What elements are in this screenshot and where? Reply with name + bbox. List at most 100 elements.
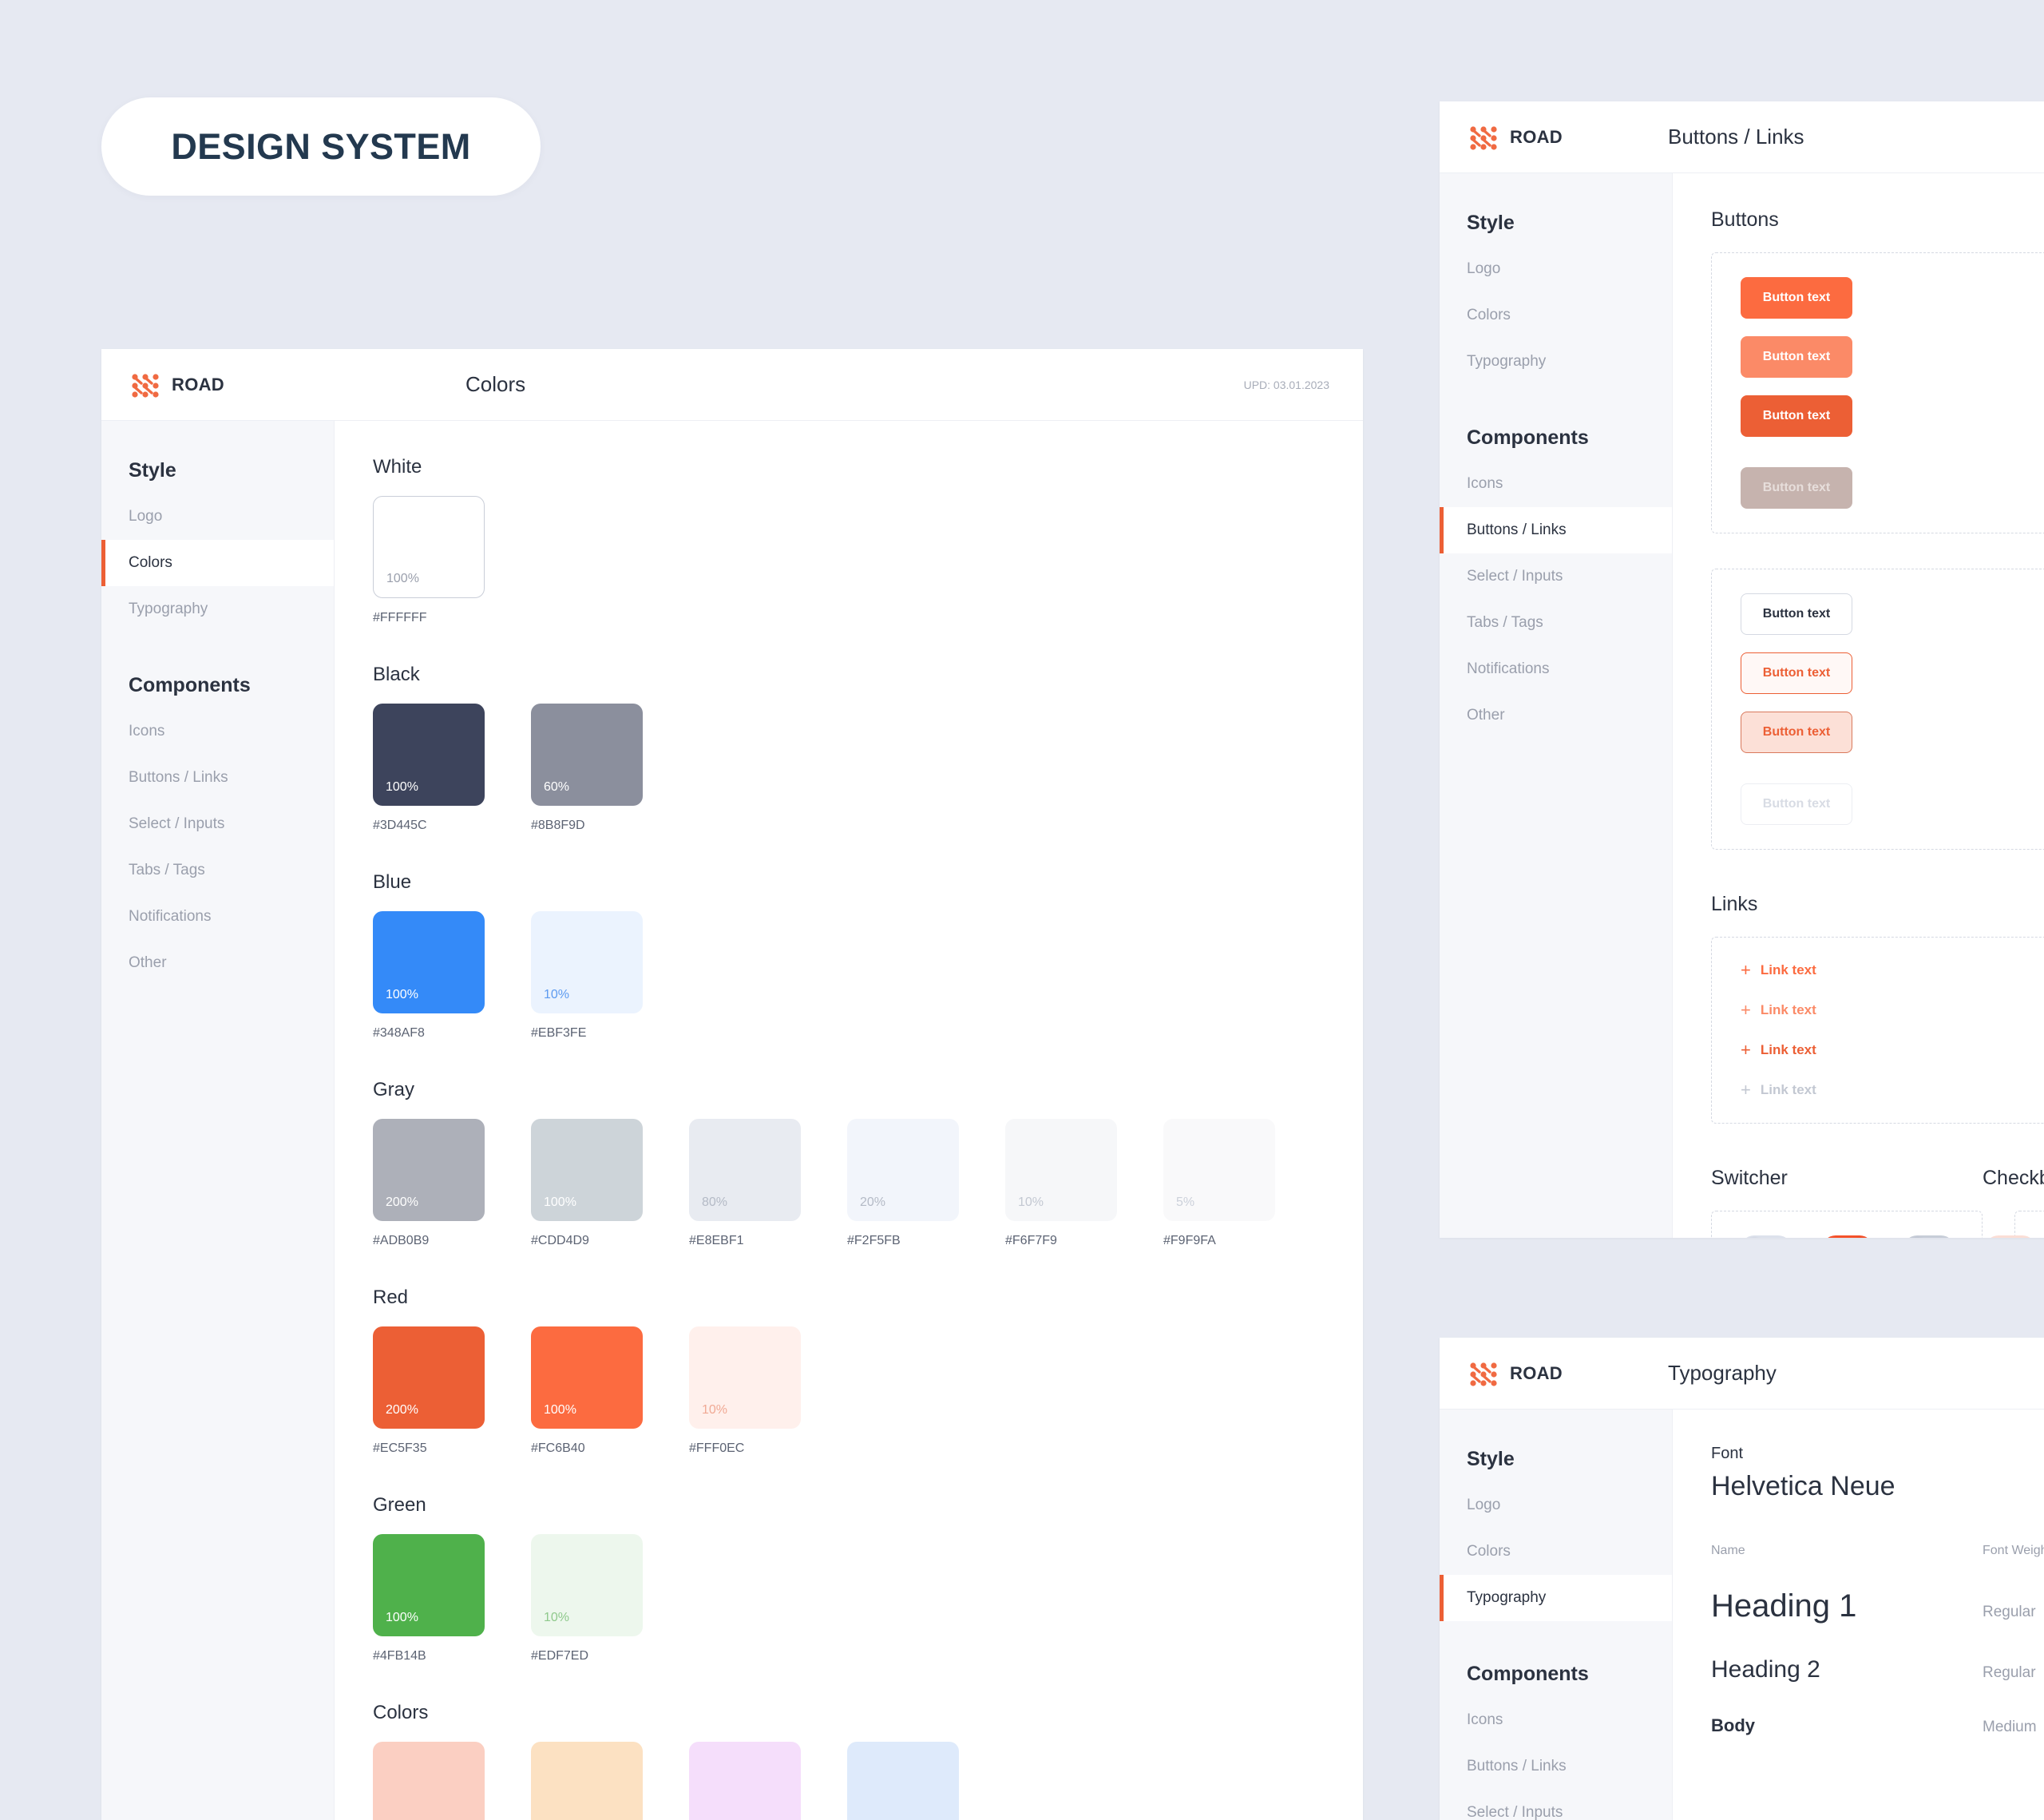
color-swatch-row: 200% #ADB0B9 100% #CDD4D9 80% #E8EBF1 20% #F2F5… bbox=[373, 1119, 1363, 1248]
sidebar-item-colors[interactable]: Colors bbox=[1440, 292, 1672, 339]
button-sample[interactable]: Button text bbox=[1741, 277, 1852, 319]
color-swatch[interactable]: 100% #348AF8 bbox=[373, 911, 485, 1041]
sidebar-item-tabs-tags[interactable]: Tabs / Tags bbox=[101, 847, 334, 894]
switcher-section-label: Switcher bbox=[1711, 1167, 1788, 1189]
sidebar-item-select-inputs[interactable]: Select / Inputs bbox=[101, 801, 334, 847]
color-swatch-percent: 200% bbox=[386, 1195, 418, 1209]
link-sample[interactable]: + Link text bbox=[1741, 1081, 2044, 1099]
color-swatch-hex: #4FB14B bbox=[373, 1649, 426, 1663]
color-swatch-hex: #F9F9FA bbox=[1163, 1234, 1216, 1247]
sidebar-item-logo[interactable]: Logo bbox=[1440, 246, 1672, 292]
color-group-label: Black bbox=[373, 664, 420, 685]
brand-logo[interactable]: ROAD bbox=[101, 371, 285, 398]
color-swatch-percent: 10% bbox=[702, 1403, 728, 1417]
buttons-page-title: Buttons / Links bbox=[1668, 125, 1804, 149]
color-swatch[interactable]: 10% #EBF3FE bbox=[531, 911, 643, 1041]
color-swatch-hex: #FFF0EC bbox=[689, 1441, 745, 1455]
color-swatch-chip: 200% bbox=[373, 1119, 485, 1221]
typography-row: Body Medium bbox=[1711, 1715, 2044, 1736]
link-sample[interactable]: + Link text bbox=[1741, 1041, 2044, 1059]
brand-name: ROAD bbox=[1510, 126, 1563, 147]
color-swatch[interactable]: 100% #CDD4D9 bbox=[531, 1119, 643, 1248]
color-swatch[interactable]: 5% #F9F9FA bbox=[1163, 1119, 1275, 1248]
sidebar-item-typography[interactable]: Typography bbox=[1440, 339, 1672, 385]
sidebar-item-notifications[interactable]: Notifications bbox=[1440, 646, 1672, 692]
sidebar-item-tabs-tags[interactable]: Tabs / Tags bbox=[1440, 600, 1672, 646]
plus-icon: + bbox=[1741, 1080, 1751, 1100]
color-swatch[interactable] bbox=[373, 1742, 485, 1820]
button-sample[interactable]: Button text bbox=[1741, 712, 1852, 753]
sidebar-item-notifications[interactable]: Notifications bbox=[101, 894, 334, 940]
sidebar-item-other[interactable]: Other bbox=[101, 940, 334, 986]
sidebar-item-typography[interactable]: Typography bbox=[101, 586, 334, 632]
color-swatch-percent: 100% bbox=[386, 780, 418, 794]
color-swatch[interactable]: 100% #4FB14B bbox=[373, 1534, 485, 1663]
color-swatch[interactable]: 100% #FFFFFF bbox=[373, 496, 485, 625]
sidebar-item-logo[interactable]: Logo bbox=[1440, 1482, 1672, 1529]
button-sample[interactable]: Button text bbox=[1741, 593, 1852, 635]
brand-logo-buttons[interactable]: ROAD bbox=[1440, 124, 1623, 151]
button-sample[interactable]: Button text bbox=[1741, 652, 1852, 694]
sidebar-item-icons[interactable]: Icons bbox=[1440, 461, 1672, 507]
sidebar-item-icons[interactable]: Icons bbox=[1440, 1697, 1672, 1743]
color-swatch-hex: #F6F7F9 bbox=[1005, 1234, 1057, 1247]
road-dots-logo-icon bbox=[1468, 124, 1499, 151]
color-group-label: Red bbox=[373, 1287, 409, 1308]
color-swatch[interactable]: 200% #ADB0B9 bbox=[373, 1119, 485, 1248]
color-swatch[interactable]: 100% #3D445C bbox=[373, 704, 485, 833]
sidebar-item-buttons-links[interactable]: Buttons / Links bbox=[101, 755, 334, 801]
color-group-label: White bbox=[373, 456, 422, 478]
colors-panel-header: ROAD Colors UPD: 03.01.2023 bbox=[101, 349, 1363, 421]
sidebar-item-colors[interactable]: Colors bbox=[1440, 1529, 1672, 1575]
toggle-switch[interactable] bbox=[1741, 1235, 1792, 1238]
color-swatch[interactable]: 100% #FC6B40 bbox=[531, 1326, 643, 1456]
typography-row: Heading 2 Regular bbox=[1711, 1656, 2044, 1683]
typography-panel-header: ROAD Typography bbox=[1440, 1338, 2044, 1410]
buttons-panel-header: ROAD Buttons / Links bbox=[1440, 101, 2044, 173]
brand-logo-typography[interactable]: ROAD bbox=[1440, 1360, 1623, 1387]
button-sample[interactable]: Button text bbox=[1741, 783, 1852, 825]
color-swatch-percent: 5% bbox=[1176, 1195, 1195, 1209]
plus-icon: + bbox=[1741, 960, 1751, 980]
color-swatch-percent: 80% bbox=[702, 1195, 728, 1209]
color-swatch-chip: 10% bbox=[689, 1326, 801, 1429]
color-swatch[interactable] bbox=[689, 1742, 801, 1820]
button-sample[interactable]: Button text bbox=[1741, 467, 1852, 509]
sidebar-item-select-inputs[interactable]: Select / Inputs bbox=[1440, 1790, 1672, 1820]
font-label: Font bbox=[1711, 1445, 1744, 1462]
button-sample[interactable]: Button text bbox=[1741, 395, 1852, 437]
link-label: Link text bbox=[1760, 1042, 1816, 1057]
link-sample[interactable]: + Link text bbox=[1741, 1001, 2044, 1019]
color-swatch[interactable]: 20% #F2F5FB bbox=[847, 1119, 959, 1248]
sidebar-item-logo[interactable]: Logo bbox=[101, 494, 334, 540]
color-swatch[interactable] bbox=[531, 1742, 643, 1820]
color-swatch-percent: 10% bbox=[544, 988, 570, 1001]
color-swatch-hex: #CDD4D9 bbox=[531, 1234, 589, 1247]
buttons-links-panel: ROAD Buttons / Links Style Logo Colors T… bbox=[1440, 101, 2044, 1238]
sidebar-item-icons[interactable]: Icons bbox=[101, 708, 334, 755]
sidebar-item-buttons-links[interactable]: Buttons / Links bbox=[1440, 507, 1672, 553]
color-swatch[interactable]: 10% #EDF7ED bbox=[531, 1534, 643, 1663]
color-swatch[interactable]: 60% #8B8F9D bbox=[531, 704, 643, 833]
sidebar-item-select-inputs[interactable]: Select / Inputs bbox=[1440, 553, 1672, 600]
button-sample[interactable]: Button text bbox=[1741, 336, 1852, 378]
color-swatch-row: 100% #4FB14B 10% #EDF7ED bbox=[373, 1534, 1363, 1663]
color-swatch-chip: 10% bbox=[531, 1534, 643, 1636]
typography-weight: Regular bbox=[1983, 1604, 2036, 1620]
toggle-switch[interactable] bbox=[1822, 1235, 1873, 1238]
sidebar-item-other[interactable]: Other bbox=[1440, 692, 1672, 739]
solid-primary-column: Button text Button text Button text Button … bbox=[1741, 277, 2044, 509]
column-header-name: Name bbox=[1711, 1544, 1745, 1557]
sidebar-item-colors[interactable]: Colors bbox=[101, 540, 334, 586]
color-swatch-row: 200% #EC5F35 100% #FC6B40 10% #FFF0EC bbox=[373, 1326, 1363, 1456]
link-sample[interactable]: + Link text bbox=[1741, 962, 2044, 979]
color-swatch[interactable]: 200% #EC5F35 bbox=[373, 1326, 485, 1456]
sidebar-item-typography[interactable]: Typography bbox=[1440, 1575, 1672, 1621]
color-swatch[interactable]: 10% #F6F7F9 bbox=[1005, 1119, 1117, 1248]
color-swatch[interactable]: 80% #E8EBF1 bbox=[689, 1119, 801, 1248]
toggle-switch[interactable]: × bbox=[1903, 1235, 1955, 1238]
sidebar-item-buttons-links[interactable]: Buttons / Links bbox=[1440, 1743, 1672, 1790]
color-swatch[interactable]: 10% #FFF0EC bbox=[689, 1326, 801, 1456]
color-swatch[interactable] bbox=[847, 1742, 959, 1820]
sidebar-typography: Style Logo Colors Typography Components … bbox=[1440, 1410, 1673, 1820]
